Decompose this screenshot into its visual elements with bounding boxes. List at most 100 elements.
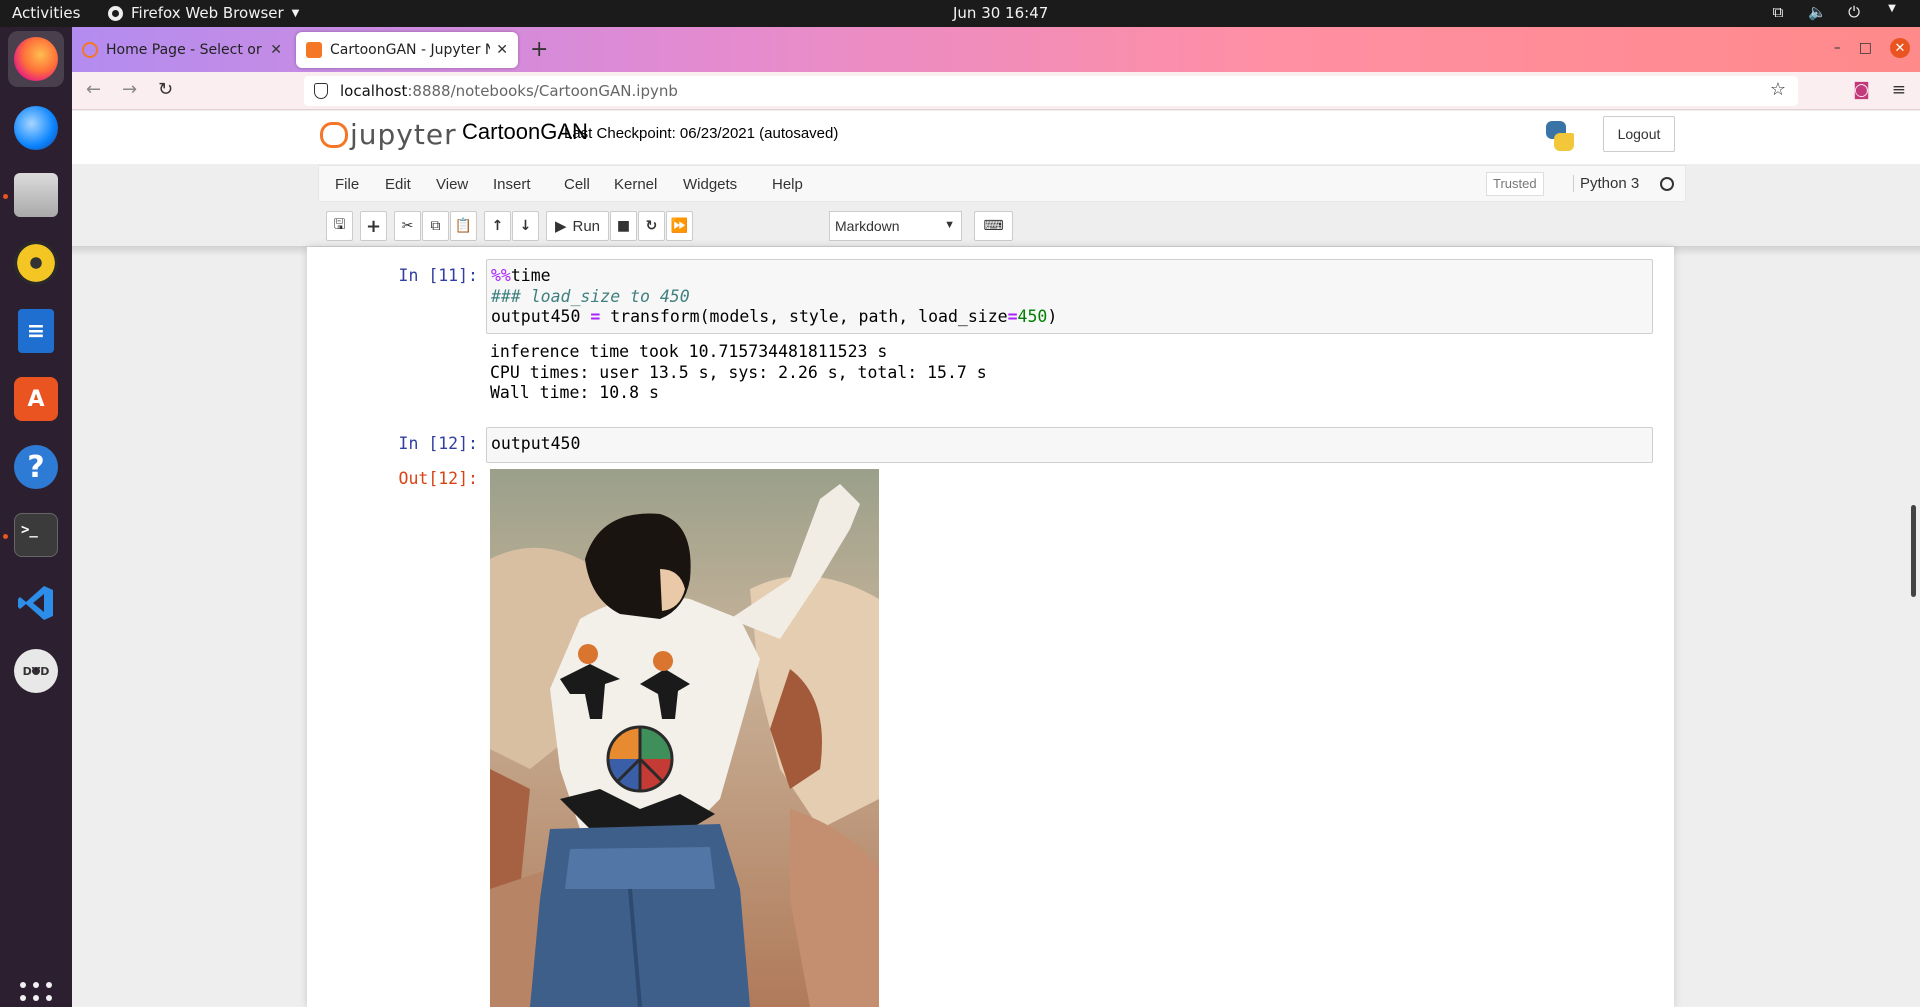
tab-title: Home Page - Select or create a notebook: [106, 42, 264, 58]
kernel-idle-icon: [1660, 177, 1674, 191]
close-window-button[interactable]: ✕: [1890, 38, 1910, 58]
pocket-icon[interactable]: ◙: [1853, 80, 1870, 100]
maximize-button[interactable]: □: [1859, 40, 1872, 56]
menu-help[interactable]: Help: [772, 176, 803, 193]
back-button[interactable]: ←: [86, 79, 101, 100]
dock: ≡ A ? >_ DVD: [0, 27, 72, 1007]
page-scrollbar[interactable]: [1911, 505, 1916, 597]
app-menu-label: Firefox Web Browser: [131, 4, 284, 22]
kernel-name: Python 3: [1573, 175, 1639, 192]
cartoon-image-drawing: [490, 469, 879, 1007]
tracking-shield-icon[interactable]: [314, 83, 328, 99]
url-bar[interactable]: localhost:8888/notebooks/CartoonGAN.ipyn…: [304, 76, 1798, 202]
copy-button[interactable]: ⧉: [422, 211, 449, 241]
url-text[interactable]: localhost:8888/notebooks/CartoonGAN.ipyn…: [340, 82, 678, 100]
save-button[interactable]: 🖫: [326, 211, 353, 241]
move-down-button[interactable]: ↓: [512, 211, 539, 241]
dock-firefox[interactable]: [8, 31, 64, 87]
notebook-container: In [11]: %%time ### load_size to 450 out…: [307, 247, 1674, 1007]
menu-widgets[interactable]: Widgets: [683, 176, 737, 193]
software-store-icon: A: [14, 377, 58, 421]
tab-home-page[interactable]: Home Page - Select or create a notebook …: [72, 32, 292, 68]
dock-rhythmbox[interactable]: [8, 235, 64, 291]
dock-software[interactable]: A: [8, 371, 64, 427]
code-cell-input[interactable]: %%time ### load_size to 450 output450 = …: [486, 259, 1653, 334]
dock-terminal[interactable]: >_: [8, 507, 64, 563]
restart-run-all-button[interactable]: ⏩: [666, 211, 693, 241]
jupyter-favicon-icon: [82, 42, 98, 58]
cell-type-select[interactable]: Markdown ▼: [829, 211, 962, 241]
minimize-button[interactable]: –: [1834, 40, 1841, 56]
arrow-up-icon: ↑: [491, 218, 504, 234]
jupyter-notebook-favicon-icon: [306, 42, 322, 58]
vscode-icon: [14, 581, 58, 625]
hamburger-menu-icon[interactable]: ≡: [1892, 80, 1906, 100]
dock-files[interactable]: [8, 167, 64, 223]
network-icon: ⧉: [1772, 3, 1784, 21]
python-logo-icon: [1544, 119, 1576, 153]
thunderbird-icon: [14, 106, 58, 150]
activities-button[interactable]: Activities: [12, 4, 80, 22]
jupyter-page: jupyter CartoonGAN Last Checkpoint: 06/2…: [72, 111, 1920, 1007]
input-prompt: In [12]:: [398, 434, 478, 453]
arrow-down-icon: ↓: [519, 218, 532, 234]
menu-file[interactable]: File: [335, 176, 359, 193]
jupyter-logo-icon: [318, 120, 348, 150]
paste-button[interactable]: 📋: [450, 211, 477, 241]
help-icon: ?: [14, 445, 58, 489]
app-menu[interactable]: Firefox Web Browser ▼: [108, 4, 299, 22]
terminal-icon: >_: [14, 513, 58, 557]
tab-cartoongan[interactable]: CartoonGAN - Jupyter Notebook ✕: [296, 32, 518, 68]
jupyter-wordmark: jupyter: [350, 118, 457, 151]
files-icon: [14, 173, 58, 217]
trusted-indicator[interactable]: Trusted: [1486, 172, 1544, 196]
menu-kernel[interactable]: Kernel: [614, 176, 657, 193]
reload-button[interactable]: ↻: [158, 79, 173, 100]
new-tab-button[interactable]: +: [530, 37, 548, 62]
dock-dvd[interactable]: DVD: [8, 643, 64, 699]
chevron-down-icon: ▼: [944, 219, 955, 231]
window-controls: – □ ✕: [1834, 38, 1910, 58]
chevron-down-icon: ▼: [291, 7, 300, 19]
run-label: Run: [572, 217, 601, 235]
cell-type-value: Markdown: [835, 218, 900, 234]
notebook-toolbar: 🖫 + ✂ ⧉ 📋 ↑ ↓ ▶ Run ■ ↻ ⏩ Markdown ▼ ⌨: [318, 206, 1686, 246]
dock-thunderbird[interactable]: [8, 100, 64, 156]
input-prompt: In [11]:: [398, 266, 478, 285]
writer-icon: ≡: [18, 309, 54, 353]
insert-cell-button[interactable]: +: [360, 211, 387, 241]
jupyter-header: jupyter CartoonGAN Last Checkpoint: 06/2…: [72, 111, 1920, 164]
gnome-top-bar: Activities Firefox Web Browser ▼ Jun 30 …: [0, 0, 1920, 27]
dock-help[interactable]: ?: [8, 439, 64, 495]
system-menu[interactable]: ⧉ 🔈 ⏻ ▼: [1770, 3, 1900, 21]
menu-caret-icon: ▼: [1888, 3, 1896, 14]
firefox-icon: [14, 37, 58, 81]
move-up-button[interactable]: ↑: [484, 211, 511, 241]
jupyter-logo[interactable]: jupyter: [318, 118, 457, 151]
stop-icon: ■: [616, 218, 631, 234]
run-button[interactable]: ▶ Run: [546, 211, 609, 241]
bookmark-star-icon[interactable]: ☆: [1770, 79, 1786, 100]
output-prompt: Out[12]:: [398, 469, 478, 488]
interrupt-button[interactable]: ■: [610, 211, 637, 241]
dock-writer[interactable]: ≡: [8, 303, 64, 359]
dock-vscode[interactable]: [8, 575, 64, 631]
forward-button[interactable]: →: [122, 79, 137, 100]
menu-view[interactable]: View: [436, 176, 468, 193]
tab-title: CartoonGAN - Jupyter Notebook: [330, 42, 491, 58]
close-tab-icon[interactable]: ✕: [270, 42, 282, 58]
close-tab-icon[interactable]: ✕: [496, 42, 508, 58]
menu-cell[interactable]: Cell: [564, 176, 590, 193]
menu-edit[interactable]: Edit: [385, 176, 411, 193]
clock[interactable]: Jun 30 16:47: [953, 4, 1048, 22]
firefox-icon: [108, 5, 123, 21]
command-palette-button[interactable]: ⌨: [974, 211, 1013, 241]
show-applications-icon[interactable]: [20, 982, 52, 1007]
menu-insert[interactable]: Insert: [493, 176, 531, 193]
dvd-icon: DVD: [14, 649, 58, 693]
browser-nav-bar: ← → ↻ localhost:8888/notebooks/CartoonGA…: [72, 72, 1920, 202]
restart-button[interactable]: ↻: [638, 211, 665, 241]
logout-button[interactable]: Logout: [1603, 116, 1675, 152]
code-cell-input[interactable]: output450: [486, 427, 1653, 463]
cut-button[interactable]: ✂: [394, 211, 421, 241]
